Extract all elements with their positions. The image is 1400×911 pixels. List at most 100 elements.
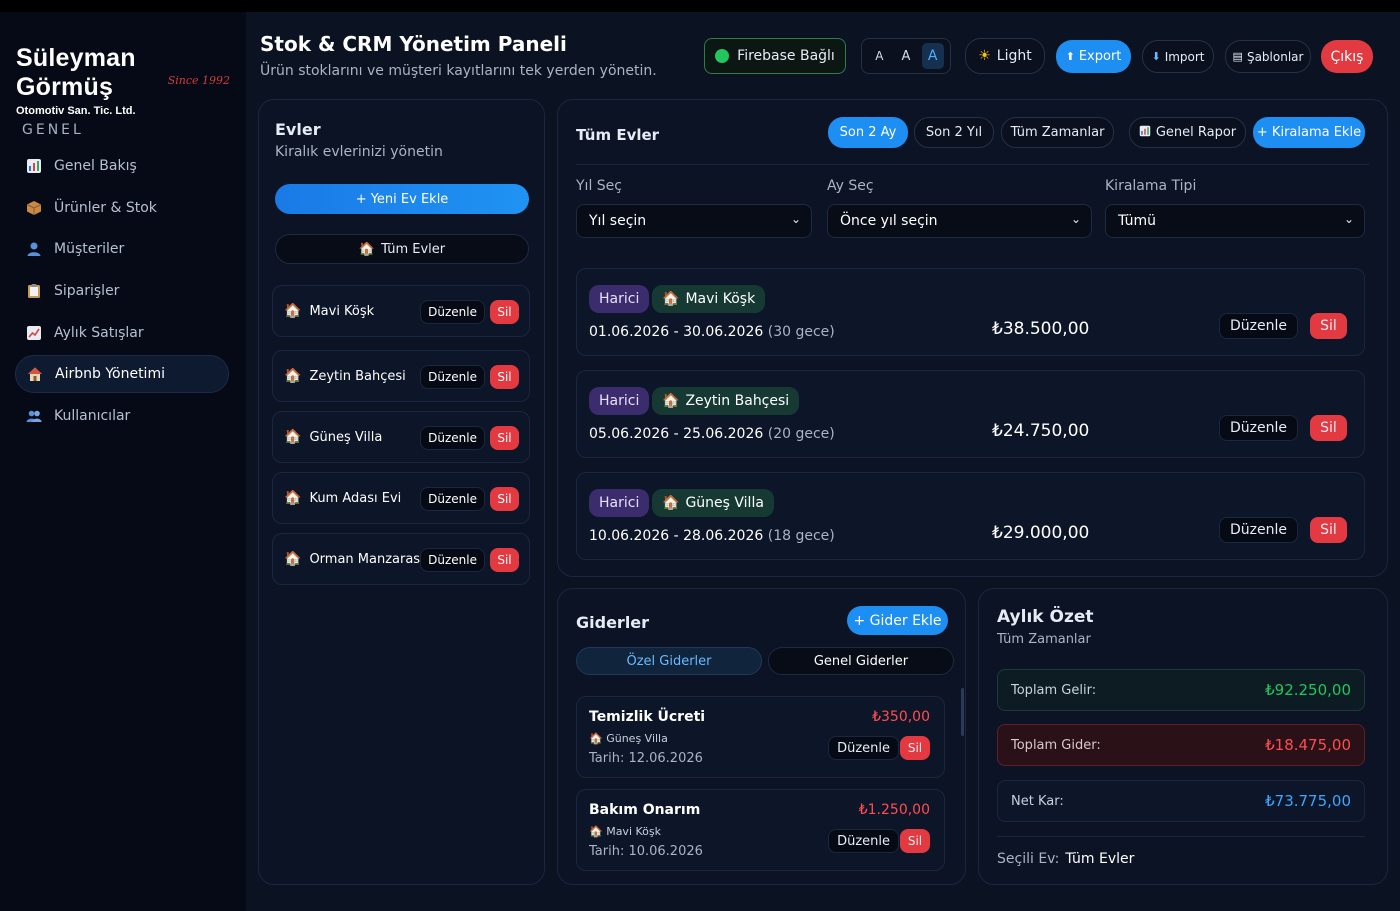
bar-chart-icon xyxy=(1139,125,1151,141)
delete-rental-button[interactable]: Sil xyxy=(1310,313,1347,339)
filter-last-2-months[interactable]: Son 2 Ay xyxy=(828,117,908,148)
add-expense-button[interactable]: + Gider Ekle xyxy=(847,606,948,635)
templates-label: Şablonlar xyxy=(1246,49,1304,64)
sidebar-item-orders[interactable]: Siparişler xyxy=(15,272,229,310)
trend-icon xyxy=(25,324,43,342)
delete-house-button[interactable]: Sil xyxy=(490,487,519,511)
expense-name: Temizlik Ücreti xyxy=(589,709,706,725)
filter-all-time[interactable]: Tüm Zamanlar xyxy=(1001,117,1114,148)
sidebar-item-label: Airbnb Yönetimi xyxy=(55,366,165,383)
tab-general-expenses[interactable]: Genel Giderler xyxy=(768,647,954,675)
delete-rental-button[interactable]: Sil xyxy=(1310,517,1347,543)
theme-toggle-button[interactable]: ☀ Light xyxy=(965,38,1045,74)
sidebar-item-label: Aylık Satışlar xyxy=(54,324,144,341)
month-select-value: Önce yıl seçin xyxy=(840,213,938,229)
rental-price: ₺38.500,00 xyxy=(992,319,1090,339)
chevron-down-icon: ⌄ xyxy=(1070,212,1081,226)
delete-house-button[interactable]: Sil xyxy=(490,365,519,389)
house-icon: 🏠 xyxy=(589,825,603,838)
house-item[interactable]: 🏠 Mavi Köşk Düzenle Sil xyxy=(272,285,530,337)
rental-type-label: Kiralama Tipi xyxy=(1105,178,1197,194)
house-icon: 🏠 xyxy=(662,495,680,511)
tab-special-expenses[interactable]: Özel Giderler xyxy=(576,647,762,675)
rental-item: Harici 🏠 Güneş Villa 10.06.2026 - 28.06.… xyxy=(576,472,1365,560)
rental-item: Harici 🏠 Zeytin Bahçesi 05.06.2026 - 25.… xyxy=(576,370,1365,458)
rental-nights: (20 gece) xyxy=(767,426,835,442)
rental-date-range: 05.06.2026 - 25.06.2026 xyxy=(589,426,764,442)
edit-rental-button[interactable]: Düzenle xyxy=(1219,313,1298,339)
rental-house-name: Zeytin Bahçesi xyxy=(685,393,790,409)
clipboard-icon xyxy=(25,282,43,300)
delete-expense-button[interactable]: Sil xyxy=(900,829,930,853)
sidebar-item-customers[interactable]: Müşteriler xyxy=(15,230,229,268)
house-item[interactable]: 🏠 Orman Manzarası Düzenle Sil xyxy=(272,533,530,585)
month-select[interactable]: Önce yıl seçin ⌄ xyxy=(827,204,1092,238)
summary-subtitle: Tüm Zamanlar xyxy=(997,632,1091,647)
font-size-large-button[interactable]: A xyxy=(921,43,944,69)
edit-house-button[interactable]: Düzenle xyxy=(420,300,485,324)
templates-button[interactable]: ▤ Şablonlar xyxy=(1225,40,1311,73)
edit-rental-button[interactable]: Düzenle xyxy=(1219,517,1298,543)
delete-expense-button[interactable]: Sil xyxy=(900,736,930,760)
house-item[interactable]: 🏠 Güneş Villa Düzenle Sil xyxy=(272,411,530,463)
house-name: Güneş Villa xyxy=(309,429,383,445)
rental-type-value: Tümü xyxy=(1118,213,1157,229)
house-icon: 🏠 xyxy=(284,429,302,445)
font-size-switcher: A A A xyxy=(861,38,951,74)
sidebar-item-monthly-sales[interactable]: Aylık Satışlar xyxy=(15,314,229,352)
sidebar-item-products[interactable]: Ürünler & Stok xyxy=(15,189,229,227)
theme-label: Light xyxy=(996,48,1032,64)
sidebar-item-airbnb[interactable]: Airbnb Yönetimi xyxy=(15,355,229,394)
sidebar-item-overview[interactable]: Genel Bakış xyxy=(15,147,229,185)
firebase-status-button[interactable]: Firebase Bağlı xyxy=(704,38,846,74)
edit-expense-button[interactable]: Düzenle xyxy=(828,829,899,853)
house-item[interactable]: 🏠 Kum Adası Evi Düzenle Sil xyxy=(272,472,530,524)
general-report-button[interactable]: Genel Rapor xyxy=(1129,117,1246,148)
edit-house-button[interactable]: Düzenle xyxy=(420,365,485,389)
logout-button[interactable]: Çıkış xyxy=(1321,40,1373,73)
sidebar-item-users[interactable]: Kullanıcılar xyxy=(15,397,229,435)
expense-house-name: Güneş Villa xyxy=(606,732,668,745)
delete-house-button[interactable]: Sil xyxy=(490,426,519,450)
brand-logo: Süleyman Görmüş Otomotiv San. Tic. Ltd. … xyxy=(16,44,232,117)
add-house-button[interactable]: + Yeni Ev Ekle xyxy=(275,184,529,214)
expense-house-name: Mavi Köşk xyxy=(606,825,661,838)
font-size-medium-button[interactable]: A xyxy=(895,43,917,69)
delete-house-button[interactable]: Sil xyxy=(490,300,519,324)
expense-date: Tarih: 12.06.2026 xyxy=(589,751,703,766)
brand-since: Since 1992 xyxy=(167,74,230,87)
edit-house-button[interactable]: Düzenle xyxy=(420,548,485,572)
edit-house-button[interactable]: Düzenle xyxy=(420,487,485,511)
rental-price: ₺24.750,00 xyxy=(992,421,1090,441)
expenses-scrollbar[interactable] xyxy=(961,688,964,736)
edit-expense-button[interactable]: Düzenle xyxy=(828,736,899,760)
divider xyxy=(576,164,1369,165)
import-button[interactable]: ⬇ Import xyxy=(1142,40,1214,73)
status-dot-icon xyxy=(715,49,730,63)
expense-house: 🏠 Mavi Köşk xyxy=(589,825,661,838)
bar-chart-icon xyxy=(25,157,43,175)
rental-nights: (30 gece) xyxy=(767,324,835,340)
font-size-small-button[interactable]: A xyxy=(868,43,890,69)
delete-house-button[interactable]: Sil xyxy=(490,548,519,572)
house-name: Mavi Köşk xyxy=(309,303,375,319)
year-select[interactable]: Yıl seçin ⌄ xyxy=(576,204,812,238)
firebase-status-label: Firebase Bağlı xyxy=(737,48,835,64)
edit-house-button[interactable]: Düzenle xyxy=(420,426,485,450)
all-houses-button[interactable]: 🏠 Tüm Evler xyxy=(275,234,529,264)
nav-section-title: GENEL xyxy=(22,122,84,138)
net-profit-row: Net Kar: ₺73.775,00 xyxy=(997,780,1365,822)
expense-item: Bakım Onarım 🏠 Mavi Köşk Tarih: 10.06.20… xyxy=(576,789,945,871)
delete-rental-button[interactable]: Sil xyxy=(1310,415,1347,441)
import-label: Import xyxy=(1164,49,1205,64)
edit-rental-button[interactable]: Düzenle xyxy=(1219,415,1298,441)
add-rental-button[interactable]: + Kiralama Ekle xyxy=(1253,117,1365,148)
rental-type-select[interactable]: Tümü ⌄ xyxy=(1105,204,1365,238)
export-label: Export xyxy=(1078,49,1122,64)
filter-last-2-years[interactable]: Son 2 Yıl xyxy=(914,117,994,148)
export-button[interactable]: ⬆ Export xyxy=(1056,40,1131,73)
house-item[interactable]: 🏠 Zeytin Bahçesi Düzenle Sil xyxy=(272,350,530,402)
houses-subtitle: Kiralık evlerinizi yönetin xyxy=(275,144,443,160)
houses-title: Evler xyxy=(275,120,321,139)
rental-item: Harici 🏠 Mavi Köşk 01.06.2026 - 30.06.20… xyxy=(576,268,1365,356)
